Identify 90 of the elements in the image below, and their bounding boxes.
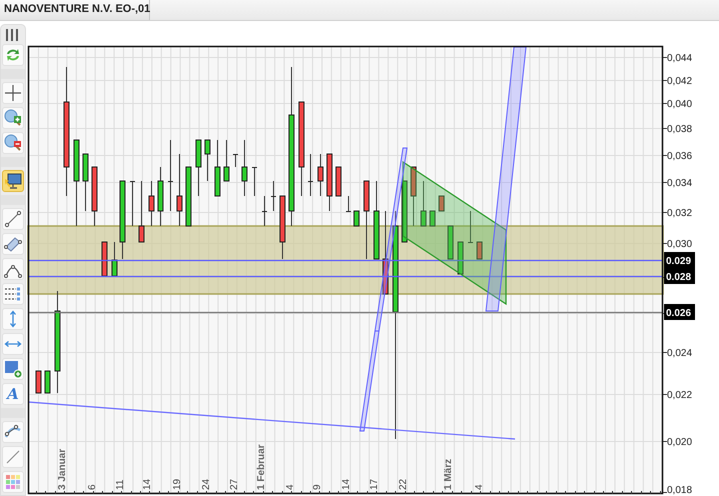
axis-label: 9 bbox=[312, 484, 323, 490]
arc-button[interactable] bbox=[2, 258, 24, 280]
candlestick bbox=[326, 154, 332, 212]
candlestick bbox=[196, 140, 202, 196]
axis-label: 0,034 bbox=[667, 178, 692, 189]
channel-button[interactable] bbox=[2, 233, 24, 255]
candlestick bbox=[92, 166, 98, 226]
axis-label: 0,042 bbox=[667, 76, 692, 87]
axis-label: 0,024 bbox=[667, 348, 692, 359]
zoom-in-icon bbox=[3, 108, 23, 128]
axis-label: 27 bbox=[229, 478, 240, 490]
monitor-button[interactable] bbox=[2, 170, 24, 192]
line-icon bbox=[3, 209, 23, 229]
candlestick bbox=[112, 242, 118, 276]
horizontal-arrow-button[interactable] bbox=[2, 333, 24, 355]
curve-button[interactable] bbox=[2, 421, 24, 443]
candlestick bbox=[468, 210, 474, 243]
grip-icon[interactable] bbox=[6, 29, 20, 41]
candlestick bbox=[232, 154, 238, 168]
candlestick bbox=[420, 180, 426, 226]
candlestick bbox=[458, 242, 464, 274]
price-label: 0.026 bbox=[664, 304, 695, 320]
candlestick bbox=[168, 140, 174, 212]
color-grid-button[interactable] bbox=[2, 471, 24, 493]
crosshair-button[interactable] bbox=[2, 82, 24, 104]
candlestick bbox=[308, 154, 314, 196]
axis-label: 22 bbox=[398, 478, 409, 490]
axis-label: 0,032 bbox=[667, 208, 692, 219]
candlestick bbox=[102, 242, 108, 276]
candlestick bbox=[438, 196, 444, 212]
color-grid-icon bbox=[3, 472, 23, 492]
candlestick bbox=[410, 166, 416, 226]
candlestick bbox=[44, 370, 50, 394]
candlestick bbox=[262, 196, 268, 226]
axis-label: 0,018 bbox=[667, 485, 692, 496]
dotted-lines-button[interactable] bbox=[2, 283, 24, 305]
axis-label: 14 bbox=[142, 478, 153, 490]
candlestick bbox=[36, 370, 42, 394]
candlestick bbox=[346, 196, 352, 212]
axis-label: 11 bbox=[115, 480, 126, 490]
candlestick bbox=[430, 210, 436, 226]
axis-label: 0,036 bbox=[667, 151, 692, 162]
refresh-button[interactable] bbox=[2, 44, 24, 66]
candlestick bbox=[448, 226, 454, 260]
axis-label: 17 bbox=[369, 478, 380, 490]
candlestick bbox=[158, 166, 164, 226]
zoom-out-icon bbox=[3, 133, 23, 153]
candlestick bbox=[318, 154, 324, 196]
monitor-icon bbox=[3, 171, 23, 191]
axis-label: 4 bbox=[285, 484, 296, 490]
axis-label: 6 bbox=[87, 484, 98, 490]
candlestick bbox=[280, 196, 286, 260]
text-button[interactable]: A bbox=[2, 383, 24, 405]
axis-label: 19 bbox=[172, 478, 183, 490]
candlestick bbox=[354, 210, 360, 226]
candlestick bbox=[336, 166, 342, 196]
zoom-out-button[interactable] bbox=[2, 132, 24, 154]
axis-label: 0,022 bbox=[667, 390, 692, 401]
candlestick bbox=[224, 140, 230, 182]
price-label: 0.028 bbox=[664, 268, 695, 284]
candlestick bbox=[242, 140, 248, 196]
zoom-in-button[interactable] bbox=[2, 107, 24, 129]
rectangle-add-button[interactable] bbox=[2, 358, 24, 380]
axis-label: 0,040 bbox=[667, 99, 692, 110]
chart-tab[interactable]: NANOVENTURE N.V. EO-,01 bbox=[0, 0, 150, 20]
axis-label: 4 bbox=[474, 484, 485, 490]
candlestick bbox=[204, 140, 210, 182]
axis-label: 0,030 bbox=[667, 239, 692, 250]
candlestick bbox=[186, 166, 192, 226]
crosshair-icon bbox=[3, 83, 23, 103]
axis-label: 3 Januar bbox=[57, 448, 68, 490]
candlestick bbox=[138, 180, 144, 242]
axis-label: 0,044 bbox=[667, 53, 692, 64]
candlestick bbox=[82, 154, 88, 212]
axis-label: 1 März bbox=[443, 458, 454, 490]
candlestick bbox=[214, 140, 220, 196]
candlestick bbox=[270, 180, 276, 212]
candlestick bbox=[148, 180, 154, 226]
axis-label: 24 bbox=[201, 478, 212, 490]
axis-label: 14 bbox=[341, 478, 352, 490]
line-button[interactable] bbox=[2, 208, 24, 230]
candlestick bbox=[402, 180, 408, 242]
axis-label: 0,020 bbox=[667, 437, 692, 448]
axis-label: 1 Februar bbox=[256, 444, 267, 490]
candlestick bbox=[476, 242, 482, 260]
rectangle-add-icon bbox=[3, 359, 23, 379]
candlestick bbox=[252, 166, 258, 196]
price-label: 0.029 bbox=[664, 252, 695, 268]
candlestick bbox=[130, 180, 136, 226]
axis-label: 0,038 bbox=[667, 124, 692, 135]
